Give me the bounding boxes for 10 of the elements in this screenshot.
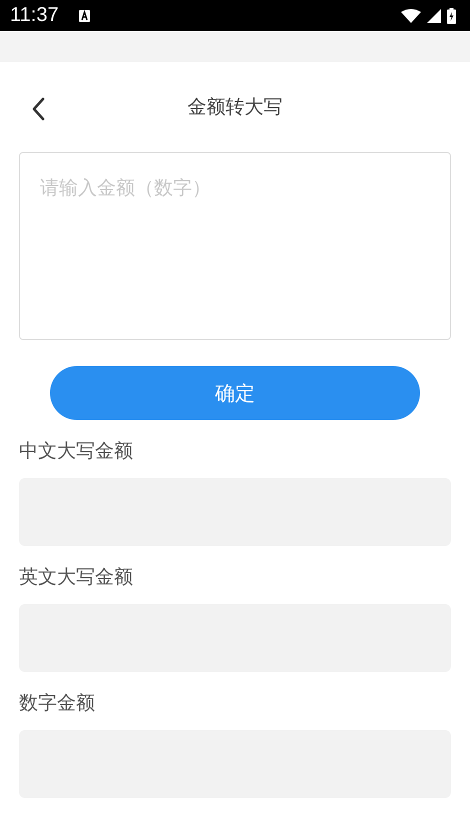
notification-icon: [78, 10, 90, 22]
result-label: 英文大写金额: [19, 565, 134, 590]
battery-icon: [447, 8, 456, 24]
wifi-icon: [401, 8, 421, 22]
confirm-button[interactable]: 确定: [50, 366, 420, 420]
signal-icon: [427, 8, 441, 22]
page-title: 金额转大写: [188, 95, 282, 120]
result-label: 数字金额: [19, 691, 96, 716]
result-label: 中文大写金额: [19, 439, 134, 464]
clock-time: 11:37: [10, 4, 59, 27]
